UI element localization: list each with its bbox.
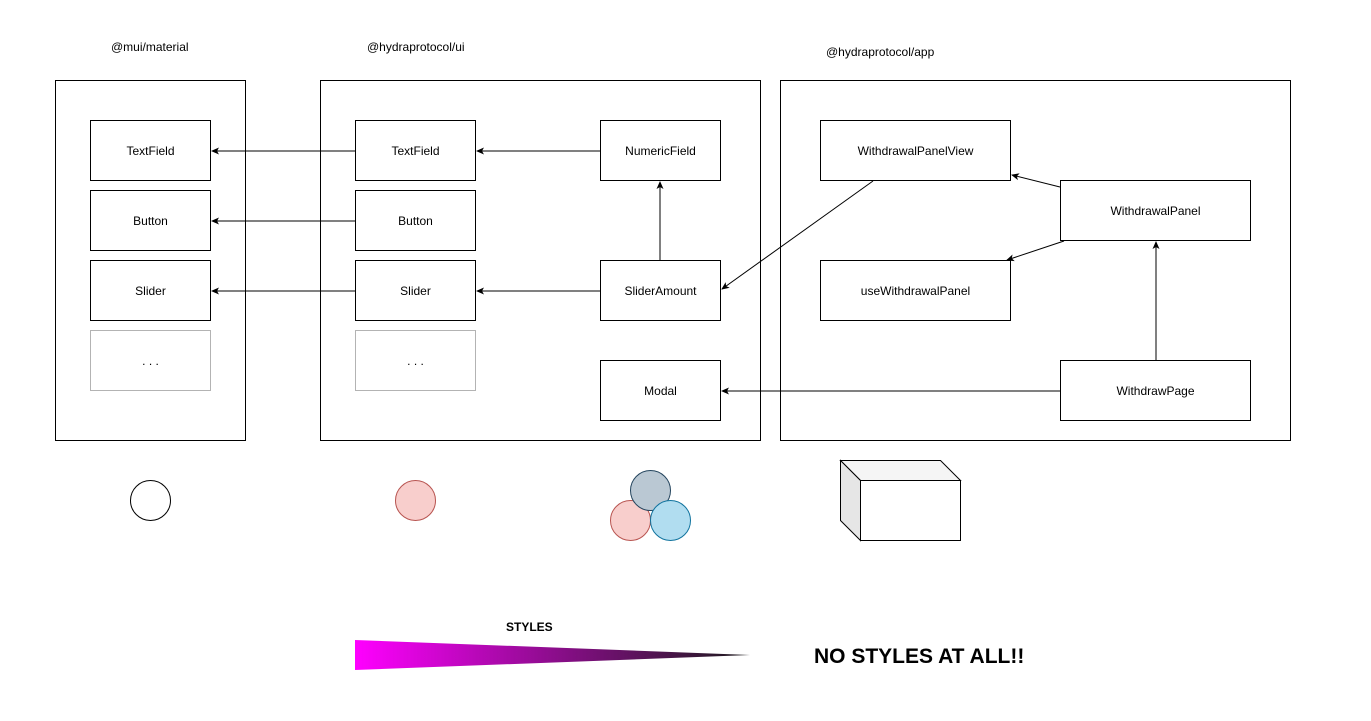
no-styles-label: NO STYLES AT ALL!! [814, 645, 1025, 668]
cluster-blue-circle [650, 500, 691, 541]
styles-label: STYLES [506, 620, 553, 634]
arrow-withdrawalpanel-to-usewithdrawalpanel [1006, 240, 1065, 262]
arrow-withdrawalpanelview-to-slideramount [721, 180, 874, 290]
diagram-overlay [130, 147, 1160, 670]
styles-gradient-wedge [355, 640, 750, 670]
arrow-withdrawalpanel-to-withdrawalpanelview [1011, 173, 1061, 188]
app-cube-shape [839, 459, 962, 542]
ui-style-circle [395, 480, 436, 521]
mui-style-circle [130, 480, 171, 521]
